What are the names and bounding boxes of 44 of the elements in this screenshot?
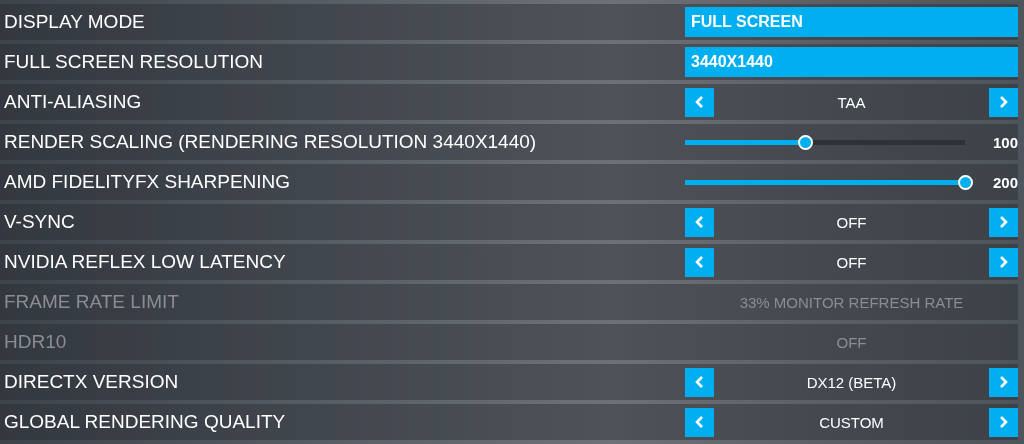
chevron-right-icon [998, 415, 1009, 429]
setting-label: DISPLAY MODE [3, 11, 146, 33]
dropdown[interactable]: FULL SCREEN [685, 7, 1018, 37]
slider-thumb[interactable] [798, 134, 814, 150]
setting-label: FULL SCREEN RESOLUTION [3, 51, 264, 73]
chevron-left-icon [694, 255, 705, 269]
setting-label: HDR10 [3, 331, 68, 353]
slider-value: 100 [991, 133, 1018, 151]
chevron-right-icon [998, 375, 1009, 389]
chevron-right-icon [998, 255, 1009, 269]
setting-label: GLOBAL RENDERING QUALITY [3, 411, 287, 433]
setting-label: FRAME RATE LIMIT [3, 291, 180, 313]
next-button[interactable] [989, 407, 1018, 437]
chevron-left-icon [694, 415, 705, 429]
option-value: OFF [835, 333, 868, 351]
option-value: CUSTOM [818, 413, 885, 431]
previous-button[interactable] [685, 207, 714, 237]
slider-thumb[interactable] [958, 174, 973, 190]
option-value: 33% MONITOR REFRESH RATE [738, 293, 965, 311]
dropdown[interactable]: 3440X1440 [685, 47, 1018, 77]
setting-label: RENDER SCALING (RENDERING RESOLUTION 3440X1440) [3, 131, 538, 153]
previous-button[interactable] [685, 247, 714, 277]
setting-label: AMD FIDELITYFX SHARPENING [3, 171, 292, 193]
slider-value: 200 [991, 173, 1018, 191]
option-value: OFF [835, 253, 868, 271]
next-button[interactable] [989, 247, 1018, 277]
setting-label: DIRECTX VERSION [3, 371, 180, 393]
chevron-right-icon [998, 215, 1009, 229]
option-value: TAA [836, 93, 867, 111]
option-value: DX12 (BETA) [805, 373, 898, 391]
next-button[interactable] [989, 207, 1018, 237]
setting-label: V-SYNC [3, 211, 76, 233]
chevron-left-icon [694, 215, 705, 229]
setting-label: ANTI-ALIASING [3, 91, 143, 113]
previous-button[interactable] [685, 87, 714, 117]
chevron-left-icon [694, 95, 705, 109]
chevron-right-icon [998, 95, 1009, 109]
chevron-left-icon [694, 375, 705, 389]
previous-button[interactable] [685, 367, 714, 397]
next-button[interactable] [989, 367, 1018, 397]
setting-label: NVIDIA REFLEX LOW LATENCY [3, 251, 287, 273]
previous-button[interactable] [685, 407, 714, 437]
option-value: OFF [835, 213, 868, 231]
next-button[interactable] [989, 87, 1018, 117]
